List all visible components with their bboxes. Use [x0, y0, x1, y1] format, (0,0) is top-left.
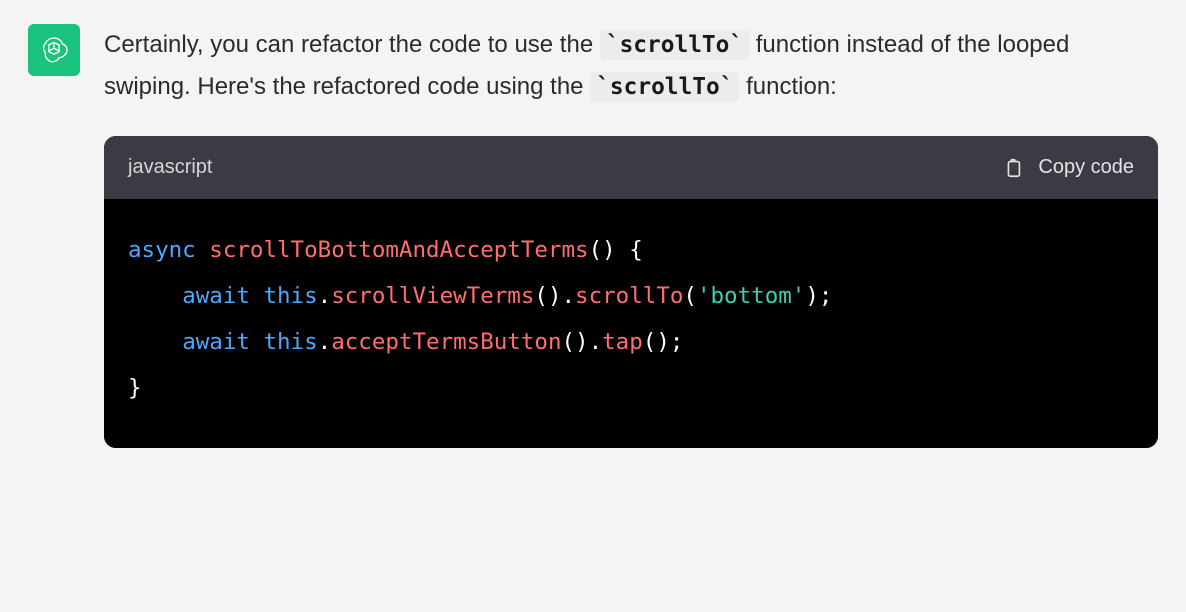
code-token-await-2: await	[182, 329, 250, 355]
code-token-this-2: this	[263, 329, 317, 355]
code-block-body[interactable]: async scrollToBottomAndAcceptTerms() { a…	[104, 199, 1158, 448]
assistant-avatar	[28, 24, 80, 76]
code-token-this-1: this	[263, 283, 317, 309]
code-block: javascript Copy code async scrollToBotto…	[104, 136, 1158, 448]
code-token-fn-name: scrollToBottomAndAcceptTerms	[209, 237, 588, 263]
assistant-logo-icon	[37, 33, 71, 67]
message-text-1: Certainly, you can refactor the code to …	[104, 31, 600, 58]
clipboard-icon	[1002, 157, 1024, 179]
message-paragraph: Certainly, you can refactor the code to …	[104, 24, 1158, 108]
assistant-message-row: Certainly, you can refactor the code to …	[0, 0, 1186, 472]
code-token-string-bottom: 'bottom'	[697, 283, 805, 309]
code-token-async: async	[128, 237, 196, 263]
code-token-brace-open: {	[616, 237, 643, 263]
code-token-accepttermsbutton: acceptTermsButton	[331, 329, 561, 355]
code-language-label: javascript	[128, 150, 212, 185]
code-token-scrollto: scrollTo	[575, 283, 683, 309]
code-token-brace-close: }	[128, 375, 142, 401]
message-text-3: function:	[746, 73, 837, 100]
copy-code-button[interactable]: Copy code	[1002, 150, 1134, 185]
inline-code-scrollto-2: `scrollTo`	[590, 72, 739, 102]
code-block-header: javascript Copy code	[104, 136, 1158, 199]
assistant-message-body: Certainly, you can refactor the code to …	[104, 24, 1158, 448]
code-token-scrollviewterms: scrollViewTerms	[331, 283, 534, 309]
code-token-paren: ()	[589, 237, 616, 263]
code-token-tap: tap	[602, 329, 643, 355]
code-token-await-1: await	[182, 283, 250, 309]
inline-code-scrollto-1: `scrollTo`	[600, 30, 749, 60]
copy-code-label: Copy code	[1038, 150, 1134, 185]
